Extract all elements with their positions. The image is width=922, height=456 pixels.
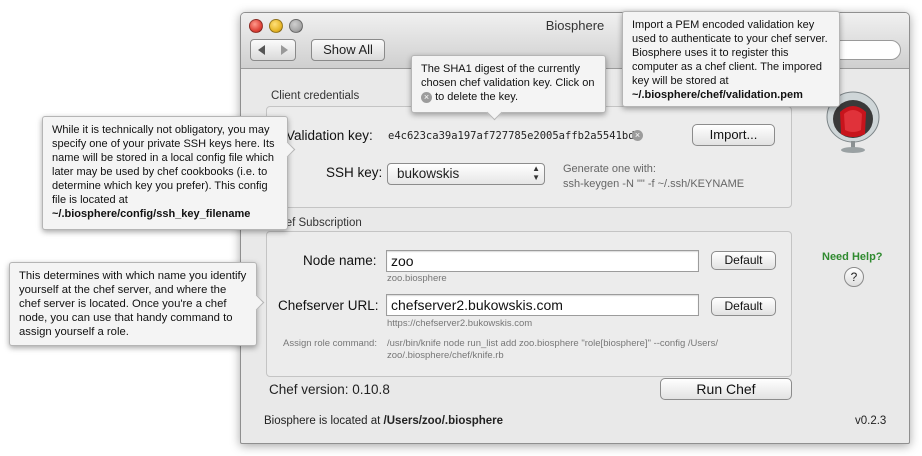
ssh-key-label: SSH key: bbox=[326, 165, 383, 180]
back-button[interactable] bbox=[250, 39, 274, 61]
ssh-key-tooltip-text: While it is technically not obligatory, … bbox=[52, 124, 275, 206]
run-chef-button[interactable]: Run Chef bbox=[660, 378, 792, 400]
location-line: Biosphere is located at /Users/zoo/.bios… bbox=[264, 415, 503, 427]
import-tooltip-text: Import a PEM encoded validation key used… bbox=[632, 19, 828, 87]
ssh-key-popup[interactable]: bukowskis ▲ ▼ bbox=[387, 163, 545, 185]
need-help-label: Need Help? bbox=[822, 251, 883, 263]
import-tooltip-path: ~/.biosphere/chef/validation.pem bbox=[632, 89, 803, 101]
chef-version: Chef version: 0.10.8 bbox=[269, 382, 390, 397]
assign-role-label: Assign role command: bbox=[283, 338, 377, 349]
forward-button[interactable] bbox=[273, 39, 296, 61]
forward-arrow-icon bbox=[281, 45, 288, 55]
back-arrow-icon bbox=[258, 45, 265, 55]
chefserver-url-field[interactable]: chefserver2.bukowskis.com bbox=[386, 294, 699, 316]
validation-key-label: Validation key: bbox=[286, 128, 373, 143]
node-name-hint: zoo.biosphere bbox=[387, 273, 447, 284]
assign-role-command-line2: zoo/.biosphere/chef/knife.rb bbox=[387, 350, 504, 361]
node-tooltip-text: This determines with which name you iden… bbox=[19, 270, 247, 338]
delete-key-icon[interactable]: × bbox=[632, 130, 643, 141]
delete-key-icon: × bbox=[421, 91, 432, 103]
ssh-key-tooltip-path: ~/.biosphere/config/ssh_key_filename bbox=[52, 208, 251, 220]
keygen-command: ssh-keygen -N "" -f ~/.ssh/KEYNAME bbox=[563, 178, 745, 190]
validation-key-value: e4c623ca39a197af727785e2005affb2a5541bda bbox=[388, 130, 641, 142]
generate-hint: Generate one with: bbox=[563, 163, 656, 175]
help-icon[interactable]: ? bbox=[844, 267, 864, 287]
ssh-key-tooltip: While it is technically not obligatory, … bbox=[42, 116, 288, 230]
assign-role-command-line1: /usr/bin/knife node run_list add zoo.bio… bbox=[387, 338, 718, 349]
node-name-default-button[interactable]: Default bbox=[711, 251, 776, 270]
search-field[interactable] bbox=[831, 40, 901, 60]
node-name-label: Node name: bbox=[303, 253, 377, 268]
chefserver-url-hint: https://chefserver2.bukowskis.com bbox=[387, 318, 533, 329]
updown-arrows-icon: ▲ ▼ bbox=[532, 164, 540, 182]
show-all-button[interactable]: Show All bbox=[311, 39, 385, 61]
node-name-field[interactable]: zoo bbox=[386, 250, 699, 272]
client-credentials-box bbox=[266, 106, 792, 208]
client-credentials-label: Client credentials bbox=[271, 90, 360, 102]
chefserver-url-label: Chefserver URL: bbox=[278, 298, 379, 313]
app-version: v0.2.3 bbox=[855, 415, 887, 427]
sha1-tooltip-text-after: to delete the key. bbox=[435, 91, 519, 103]
ssh-key-selected: bukowskis bbox=[397, 166, 460, 181]
node-tooltip: This determines with which name you iden… bbox=[9, 262, 257, 346]
import-button[interactable]: Import... bbox=[692, 124, 775, 146]
import-tooltip: Import a PEM encoded validation key used… bbox=[622, 11, 840, 107]
location-path: /Users/zoo/.biosphere bbox=[383, 415, 504, 427]
location-prefix: Biosphere is located at bbox=[264, 415, 384, 427]
sha1-tooltip: The SHA1 digest of the currently chosen … bbox=[411, 55, 606, 113]
sha1-tooltip-text-before: The SHA1 digest of the currently chosen … bbox=[421, 63, 595, 89]
chefserver-url-default-button[interactable]: Default bbox=[711, 297, 776, 316]
